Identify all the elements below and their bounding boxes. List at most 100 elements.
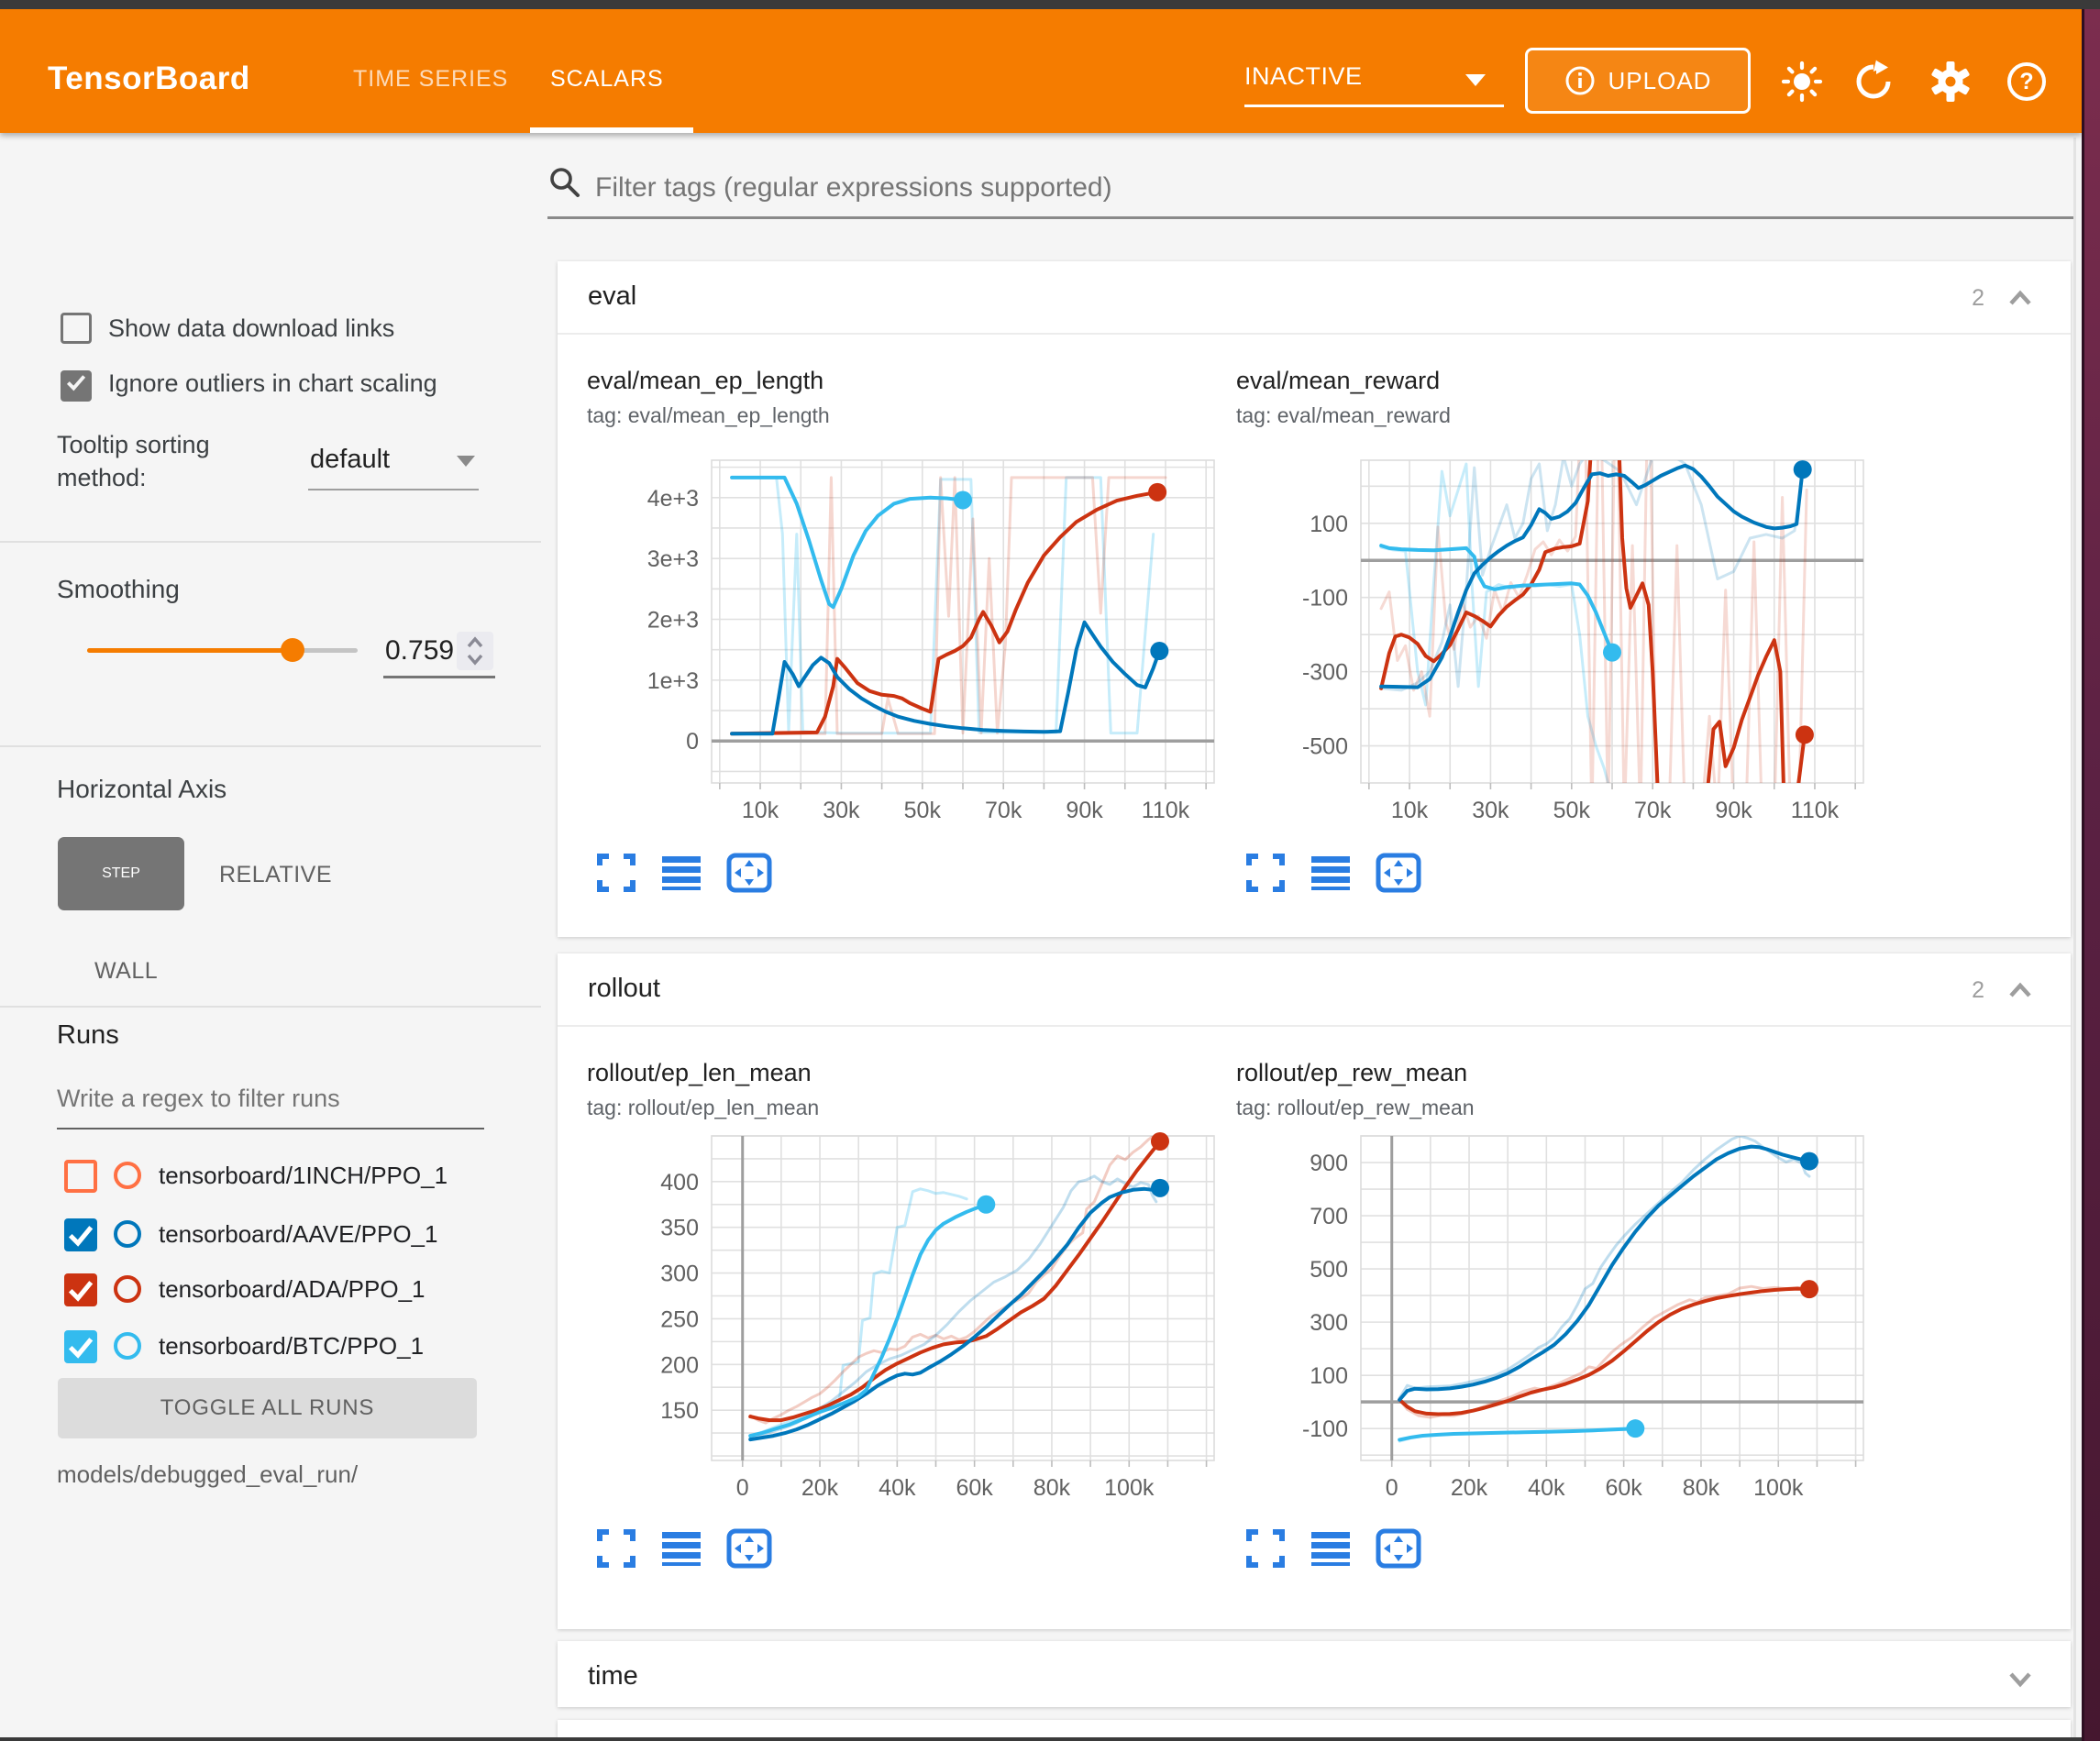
section-header-time[interactable]: time <box>558 1641 2071 1707</box>
svg-text:100: 100 <box>1310 1363 1348 1389</box>
smoothing-label: Smoothing <box>57 575 180 604</box>
svg-text:10k: 10k <box>742 798 779 823</box>
svg-text:80k: 80k <box>1033 1475 1071 1501</box>
run-color-circle-icon[interactable] <box>114 1332 141 1360</box>
horizontal-axis-label: Horizontal Axis <box>57 775 227 804</box>
axis-mode-wall-button[interactable]: WALL <box>94 958 158 985</box>
data-table-icon[interactable] <box>1310 853 1352 893</box>
run-color-circle-icon[interactable] <box>114 1162 141 1189</box>
run-label: tensorboard/ADA/PPO_1 <box>159 1275 426 1304</box>
divider <box>0 1006 541 1008</box>
chart-toolbar <box>596 853 772 893</box>
section-header-eval[interactable]: eval 2 <box>558 261 2071 335</box>
smoothing-stepper[interactable] <box>457 632 493 670</box>
status-dropdown[interactable]: INACTIVE <box>1244 62 1363 91</box>
divider <box>0 541 541 543</box>
fit-domain-icon[interactable] <box>726 853 772 893</box>
ignore-outliers-checkbox[interactable] <box>61 368 92 402</box>
data-table-icon[interactable] <box>660 1528 702 1569</box>
svg-text:-500: -500 <box>1302 734 1348 760</box>
axis-mode-step-button[interactable]: STEP <box>58 837 184 910</box>
run-label: tensorboard/1INCH/PPO_1 <box>159 1162 448 1190</box>
show-download-links-checkbox[interactable] <box>61 313 92 344</box>
toggle-all-runs-button[interactable]: TOGGLE ALL RUNS <box>58 1378 477 1438</box>
chart-card-rollout-ep-len-mean: rollout/ep_len_mean tag: rollout/ep_len_… <box>583 1059 1231 1609</box>
run-color-circle-icon[interactable] <box>114 1275 141 1303</box>
desktop-background <box>2082 9 2100 1741</box>
tab-time-series[interactable]: TIME SERIES <box>353 66 508 93</box>
chart-plot[interactable]: 10k30k50k70k90k110k100-100-300-500 <box>1232 438 1880 842</box>
scrollbar-track[interactable] <box>2073 138 2076 1737</box>
chart-title: rollout/ep_rew_mean <box>1236 1059 1467 1087</box>
section-name: time <box>588 1661 638 1691</box>
data-table-icon[interactable] <box>660 853 702 893</box>
data-table-icon[interactable] <box>1310 1528 1352 1569</box>
chart-plot[interactable]: 020k40k60k80k100k150200250300350400 <box>583 1130 1231 1515</box>
run-row[interactable]: tensorboard/1INCH/PPO_1 <box>57 1158 534 1198</box>
run-color-circle-icon[interactable] <box>114 1220 141 1248</box>
settings-gear-icon[interactable] <box>1929 60 1973 104</box>
expand-chevron-down-icon[interactable] <box>2005 1663 2036 1694</box>
svg-text:30k: 30k <box>1472 798 1509 823</box>
run-checkbox[interactable] <box>64 1330 97 1363</box>
runs-heading: Runs <box>57 1020 119 1051</box>
fit-domain-icon[interactable] <box>1376 853 1421 893</box>
tag-filter-underline <box>547 216 2074 219</box>
chart-tag: tag: rollout/ep_len_mean <box>587 1096 819 1120</box>
smoothing-value-input[interactable]: 0.759 <box>385 635 454 667</box>
chart-plot[interactable]: 020k40k60k80k100k-100100300500700900 <box>1232 1130 1880 1515</box>
svg-text:-300: -300 <box>1302 660 1348 686</box>
upload-button[interactable]: UPLOAD <box>1525 48 1751 114</box>
checkmark-icon <box>64 1330 97 1363</box>
svg-text:60k: 60k <box>956 1475 993 1501</box>
refresh-icon[interactable] <box>1851 60 1896 104</box>
dropdown-caret-icon[interactable] <box>1465 74 1486 86</box>
select-caret-icon[interactable] <box>457 456 475 467</box>
svg-text:60k: 60k <box>1605 1475 1642 1501</box>
run-row[interactable]: tensorboard/ADA/PPO_1 <box>57 1272 534 1312</box>
help-icon[interactable]: ? <box>2005 60 2049 104</box>
browser-titlebar <box>0 0 2100 9</box>
svg-text:80k: 80k <box>1683 1475 1720 1501</box>
fullscreen-icon[interactable] <box>1245 853 1286 893</box>
section-card-eval: eval 2 eval/mean_ep_length tag: eval/mea… <box>558 261 2071 937</box>
axis-mode-relative-button[interactable]: RELATIVE <box>219 862 332 888</box>
run-label: tensorboard/BTC/PPO_1 <box>159 1332 424 1361</box>
run-checkbox[interactable] <box>64 1160 97 1193</box>
svg-text:100k: 100k <box>1104 1475 1155 1501</box>
collapse-chevron-up-icon[interactable] <box>2005 975 2036 1007</box>
chart-toolbar <box>1245 853 1421 893</box>
fullscreen-icon[interactable] <box>1245 1528 1286 1569</box>
chart-card-eval-mean-reward: eval/mean_reward tag: eval/mean_reward 1… <box>1232 367 1880 917</box>
svg-text:2e+3: 2e+3 <box>647 608 699 634</box>
tag-filter[interactable]: Filter tags (regular expressions support… <box>547 163 2074 215</box>
fullscreen-icon[interactable] <box>596 1528 636 1569</box>
settings-sidebar: Show data download links Ignore outliers… <box>0 133 541 1737</box>
svg-text:10k: 10k <box>1391 798 1429 823</box>
fullscreen-icon[interactable] <box>596 853 636 893</box>
section-card-clipped <box>558 1720 2071 1738</box>
fit-domain-icon[interactable] <box>1376 1528 1421 1569</box>
smoothing-slider-thumb[interactable] <box>281 638 304 662</box>
run-checkbox[interactable] <box>64 1218 97 1251</box>
svg-text:350: 350 <box>660 1216 699 1241</box>
svg-text:3e+3: 3e+3 <box>647 546 699 572</box>
svg-text:250: 250 <box>660 1306 699 1332</box>
svg-text:40k: 40k <box>1528 1475 1565 1501</box>
stepper-arrows-icon <box>457 632 493 670</box>
runs-filter-input[interactable]: Write a regex to filter runs <box>57 1085 340 1113</box>
svg-text:200: 200 <box>660 1352 699 1378</box>
tooltip-sorting-select[interactable]: default <box>310 445 390 475</box>
active-tab-indicator <box>530 127 693 133</box>
run-checkbox[interactable] <box>64 1273 97 1306</box>
run-row[interactable]: tensorboard/BTC/PPO_1 <box>57 1328 534 1369</box>
chart-plot[interactable]: 10k30k50k70k90k110k01e+32e+33e+34e+3 <box>583 438 1231 842</box>
app-header: TensorBoard TIME SERIES SCALARS INACTIVE… <box>0 9 2082 133</box>
run-row[interactable]: tensorboard/AAVE/PPO_1 <box>57 1217 534 1257</box>
fit-domain-icon[interactable] <box>726 1528 772 1569</box>
collapse-chevron-up-icon[interactable] <box>2005 283 2036 314</box>
tab-scalars[interactable]: SCALARS <box>550 66 664 93</box>
brightness-icon[interactable] <box>1780 60 1824 104</box>
section-header-rollout[interactable]: rollout 2 <box>558 953 2071 1027</box>
section-name: rollout <box>588 974 660 1004</box>
